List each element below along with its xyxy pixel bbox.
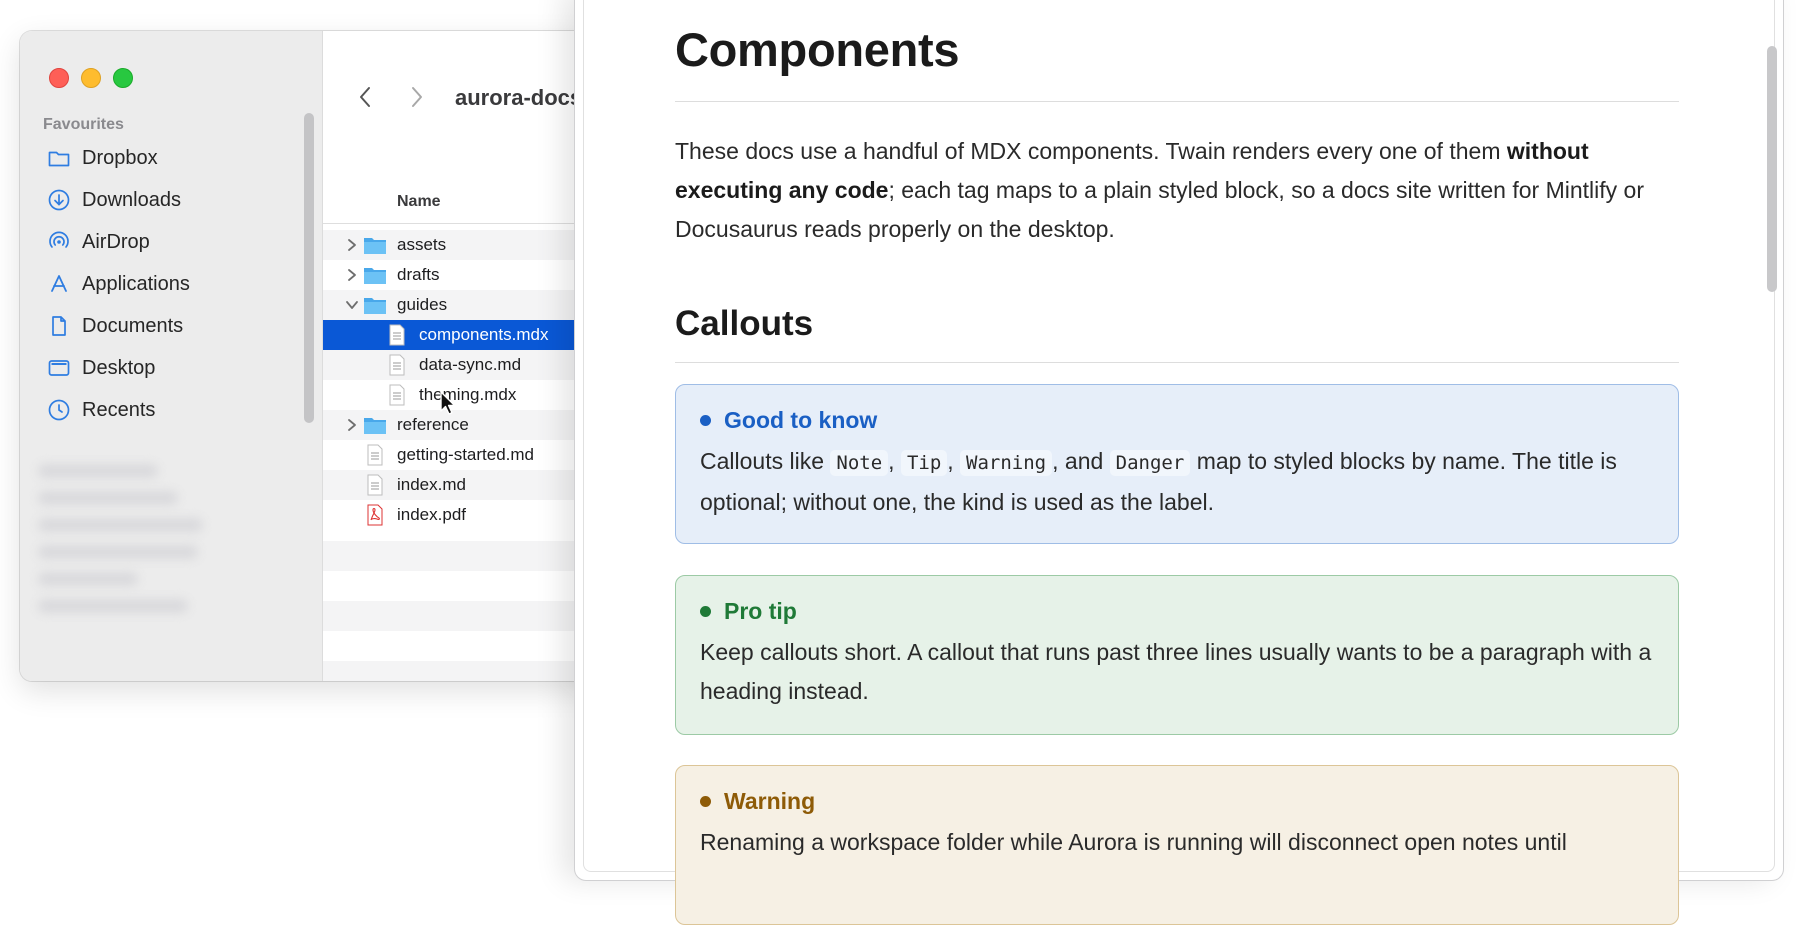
sidebar-blurred-items — [38, 451, 228, 626]
list-item-label: getting-started.md — [397, 445, 535, 464]
document-preview-window: Components These docs use a handful of M… — [574, 0, 1784, 925]
callout-body: Keep callouts short. A callout that runs… — [700, 639, 1652, 704]
chevron-down-icon — [346, 301, 358, 309]
callout-text: , — [947, 448, 961, 474]
list-item-label: data-sync.md — [419, 355, 522, 374]
callout-body: Renaming a workspace folder while Aurora… — [700, 829, 1567, 855]
back-button[interactable] — [353, 83, 377, 111]
section-heading: Callouts — [675, 304, 814, 343]
section-divider — [675, 362, 1679, 363]
chevron-right-icon — [348, 239, 356, 251]
pdf-icon — [367, 504, 383, 526]
document-icon — [367, 474, 383, 496]
download-icon — [46, 187, 72, 213]
zoom-button[interactable] — [113, 68, 133, 88]
inline-code: Note — [830, 450, 889, 476]
callout-title: Warning — [700, 788, 1654, 815]
list-item-label: assets — [397, 235, 447, 254]
callout-text: , — [888, 448, 901, 474]
callout-body: Callouts like Note, Tip, Warning, and Da… — [700, 442, 1654, 522]
chevron-right-icon — [348, 419, 356, 431]
callout-title: Pro tip — [700, 598, 1654, 625]
list-item-label: reference — [397, 415, 469, 434]
intro-text: These docs use a handful of MDX componen… — [675, 138, 1507, 164]
folder-icon — [364, 268, 386, 284]
inline-code: Warning — [960, 450, 1053, 476]
list-item-label: index.md — [397, 475, 466, 494]
close-button[interactable] — [49, 68, 69, 88]
sidebar-item-label: Documents — [82, 314, 184, 337]
preview-vertical-scrollbar[interactable] — [1767, 46, 1777, 292]
sidebar-item-recents[interactable]: Recents — [20, 389, 310, 431]
sidebar-item-documents[interactable]: Documents — [20, 305, 310, 347]
folder-title: aurora-docs — [455, 85, 583, 110]
folder-icon — [364, 418, 386, 434]
title-divider — [675, 101, 1679, 102]
document-icon — [389, 324, 405, 346]
callout-title-text: Good to know — [724, 407, 878, 433]
bullet-dot-icon — [700, 606, 711, 617]
sidebar-scrollbar[interactable] — [304, 113, 314, 423]
list-item-label: index.pdf — [397, 505, 466, 524]
sidebar-item-downloads[interactable]: Downloads — [20, 179, 310, 221]
document-icon — [367, 444, 383, 466]
document-icon — [46, 313, 72, 339]
finder-window: Favourites Dropbox Downloads AirDrop App… — [20, 31, 620, 681]
sidebar-item-label: Applications — [82, 272, 190, 295]
list-item-label: guides — [397, 295, 448, 314]
list-item-label: components.mdx — [419, 325, 549, 344]
page-title: Components — [675, 23, 960, 76]
airdrop-icon — [46, 229, 72, 255]
desktop-icon — [46, 355, 72, 381]
applications-icon — [46, 271, 72, 297]
document-icon — [389, 384, 405, 406]
sidebar-item-label: Downloads — [82, 188, 181, 211]
folder-icon — [46, 145, 72, 171]
sidebar-item-airdrop[interactable]: AirDrop — [20, 221, 310, 263]
sidebar-item-label: Dropbox — [82, 146, 158, 169]
sidebar-item-label: Desktop — [82, 356, 156, 379]
folder-icon — [364, 298, 386, 314]
folder-icon — [364, 238, 386, 254]
sidebar-section-label: Favourites — [43, 116, 124, 133]
callout-title-text: Warning — [724, 788, 816, 814]
callout-note: Good to know Callouts like Note, Tip, Wa… — [675, 384, 1679, 544]
preview-content-frame: Components These docs use a handful of M… — [583, 0, 1777, 925]
callout-tip: Pro tip Keep callouts short. A callout t… — [675, 575, 1679, 735]
intro-paragraph: These docs use a handful of MDX componen… — [675, 132, 1679, 249]
sidebar-item-dropbox[interactable]: Dropbox — [20, 137, 310, 179]
callout-warning: Warning Renaming a workspace folder whil… — [675, 765, 1679, 925]
list-item-label: drafts — [397, 265, 440, 284]
list-item-label: theming.mdx — [419, 385, 517, 404]
sidebar-list: Dropbox Downloads AirDrop Applications D… — [20, 137, 310, 431]
sidebar-item-label: AirDrop — [82, 230, 150, 253]
clock-icon — [46, 397, 72, 423]
minimize-button[interactable] — [81, 68, 101, 88]
document-icon — [389, 354, 405, 376]
callout-text: Callouts like — [700, 448, 831, 474]
chevron-right-icon — [412, 87, 422, 107]
forward-button[interactable] — [405, 83, 429, 111]
callout-text: , and — [1052, 448, 1110, 474]
chevron-left-icon — [360, 87, 370, 107]
sidebar-item-applications[interactable]: Applications — [20, 263, 310, 305]
callout-title-text: Pro tip — [724, 598, 797, 624]
chevron-right-icon — [348, 269, 356, 281]
inline-code: Tip — [900, 450, 948, 476]
callout-title: Good to know — [700, 407, 1654, 434]
sidebar-item-desktop[interactable]: Desktop — [20, 347, 310, 389]
bullet-dot-icon — [700, 415, 711, 426]
mouse-cursor-icon — [440, 391, 456, 415]
column-header-label: Name — [397, 193, 441, 210]
finder-sidebar: Favourites Dropbox Downloads AirDrop App… — [20, 31, 323, 681]
inline-code: Danger — [1109, 450, 1191, 476]
sidebar-item-label: Recents — [82, 398, 156, 421]
bullet-dot-icon — [700, 796, 711, 807]
window-controls — [49, 68, 133, 88]
